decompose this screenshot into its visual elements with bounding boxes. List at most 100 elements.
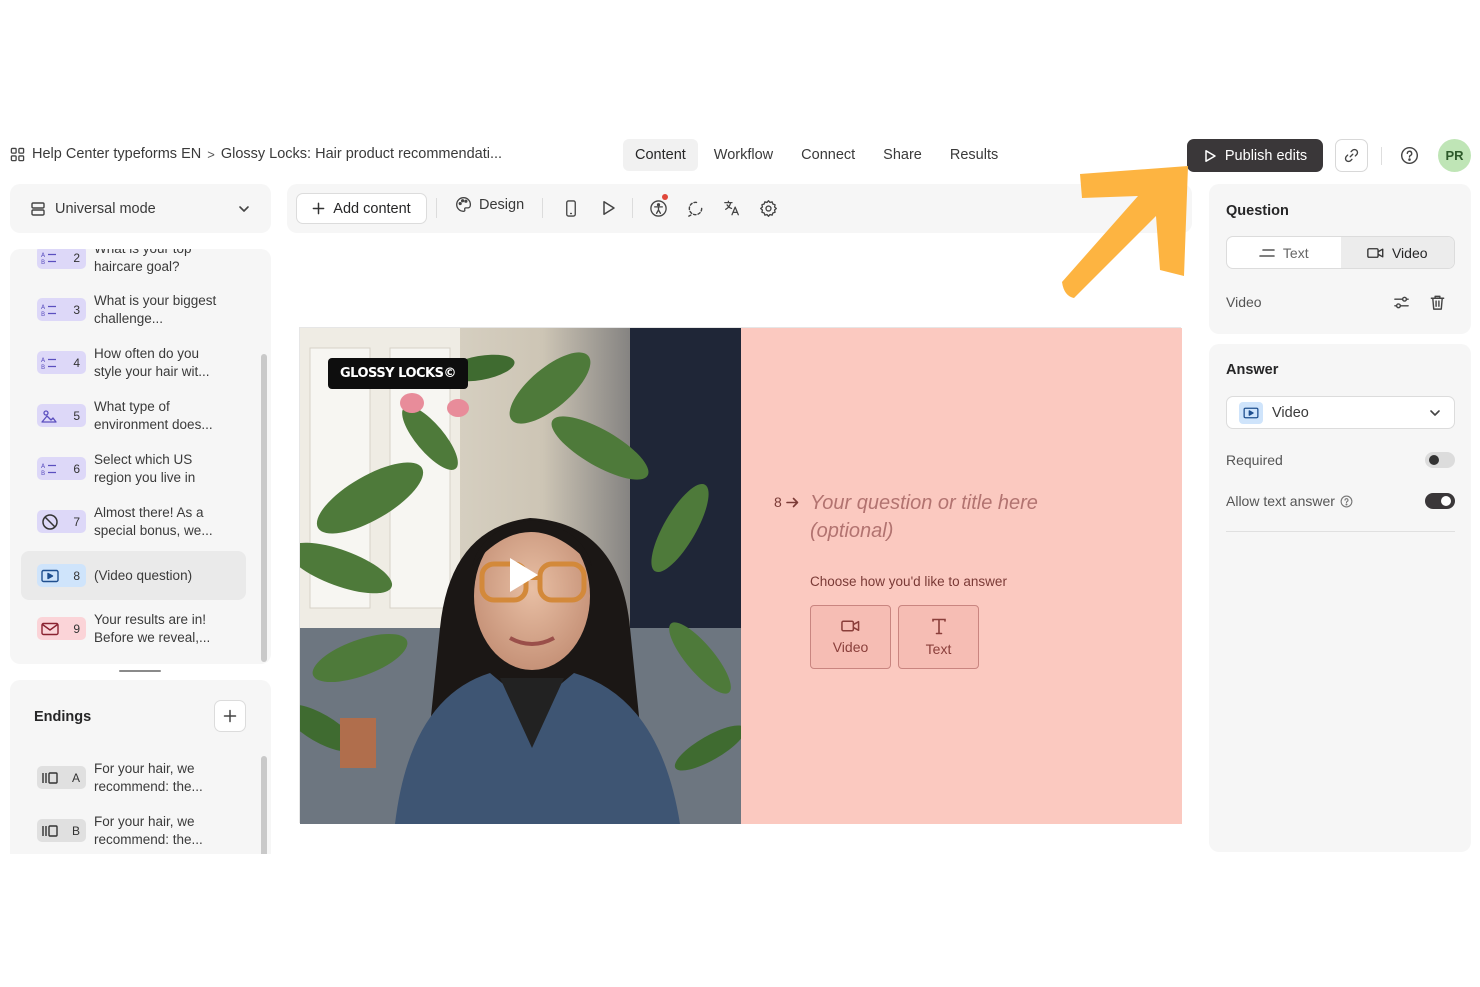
ending-badge: B bbox=[37, 819, 86, 842]
list-item-question-9[interactable]: 9 Your results are in! Before we reveal,… bbox=[21, 604, 246, 653]
required-toggle[interactable] bbox=[1425, 452, 1455, 468]
brand-logo: GLOSSY LOCKS© bbox=[328, 358, 468, 389]
list-item-question-5[interactable]: 5 What type of environment does... bbox=[21, 391, 246, 440]
video-row-label: Video bbox=[1226, 294, 1262, 310]
question-section-title: Question bbox=[1226, 203, 1289, 219]
copy-link-button[interactable] bbox=[1335, 139, 1368, 172]
answer-text-option[interactable]: Text bbox=[898, 605, 979, 669]
design-button[interactable]: Design bbox=[455, 196, 524, 213]
logic-button[interactable] bbox=[684, 197, 706, 219]
add-content-button[interactable]: Add content bbox=[296, 193, 427, 224]
segment-text[interactable]: Text bbox=[1227, 237, 1341, 268]
breadcrumb-workspace[interactable]: Help Center typeforms EN bbox=[32, 146, 201, 162]
translate-icon bbox=[724, 200, 739, 216]
settings-button[interactable] bbox=[757, 197, 779, 219]
required-label: Required bbox=[1226, 452, 1283, 468]
apps-grid-icon[interactable] bbox=[10, 147, 25, 162]
question-badge: 8 bbox=[37, 564, 86, 587]
list-item-question-4[interactable]: AB 4 How often do you style your hair wi… bbox=[21, 338, 246, 387]
play-outline-icon bbox=[1205, 149, 1216, 162]
text-icon bbox=[931, 618, 946, 634]
question-list-scrollbar[interactable] bbox=[261, 354, 267, 662]
question-badge: 9 bbox=[37, 617, 86, 640]
tab-results[interactable]: Results bbox=[938, 139, 1010, 171]
tab-connect[interactable]: Connect bbox=[789, 139, 867, 171]
list-item-ending-b[interactable]: B For your hair, we recommend: the... bbox=[21, 806, 246, 854]
segment-video[interactable]: Video bbox=[1340, 237, 1454, 268]
breadcrumb-separator: > bbox=[207, 146, 215, 162]
layers-icon bbox=[31, 201, 45, 216]
svg-text:A: A bbox=[41, 252, 46, 259]
list-item-question-2[interactable]: AB 2 What is your top haircare goal? bbox=[21, 249, 246, 282]
no-entry-icon bbox=[42, 513, 58, 530]
question-number: 3 bbox=[73, 302, 80, 317]
endings-title: Endings bbox=[34, 709, 92, 725]
allow-text-toggle[interactable] bbox=[1425, 493, 1455, 509]
refresh-dashed-icon bbox=[687, 201, 702, 217]
question-number: 9 bbox=[73, 621, 80, 636]
info-icon[interactable] bbox=[1340, 495, 1353, 508]
question-badge: AB 3 bbox=[37, 298, 86, 321]
ending-letter: A bbox=[71, 770, 80, 785]
tab-content[interactable]: Content bbox=[623, 139, 698, 171]
endings-scrollbar[interactable] bbox=[261, 756, 267, 854]
list-item-question-7[interactable]: 7 Almost there! As a special bonus, we..… bbox=[21, 497, 246, 546]
user-avatar[interactable]: PR bbox=[1438, 139, 1471, 172]
svg-text:A: A bbox=[41, 304, 46, 311]
multiple-choice-icon: AB bbox=[41, 463, 56, 476]
question-badge: AB 2 bbox=[37, 249, 86, 269]
answer-section-title: Answer bbox=[1226, 362, 1279, 378]
list-item-question-3[interactable]: AB 3 What is your biggest challenge... bbox=[21, 285, 246, 334]
play-icon[interactable] bbox=[506, 556, 540, 594]
help-button[interactable] bbox=[1398, 144, 1420, 166]
answer-type-select[interactable]: Video bbox=[1226, 396, 1455, 429]
translate-button[interactable] bbox=[721, 197, 743, 219]
trash-icon[interactable] bbox=[1429, 294, 1446, 311]
video-camera-icon bbox=[1367, 247, 1384, 258]
preview-play-button[interactable] bbox=[597, 197, 619, 219]
help-circle-icon bbox=[1400, 146, 1418, 164]
question-title-input[interactable]: Your question or title here (optional) bbox=[810, 489, 1090, 545]
tab-share[interactable]: Share bbox=[871, 139, 934, 171]
ending-icon bbox=[42, 824, 58, 837]
breadcrumb-form-title[interactable]: Glossy Locks: Hair product recommendati.… bbox=[221, 146, 502, 162]
list-item-ending-a[interactable]: A For your hair, we recommend: the... bbox=[21, 753, 246, 802]
ending-badge: A bbox=[37, 766, 86, 789]
mobile-preview-button[interactable] bbox=[560, 197, 582, 219]
segment-video-label: Video bbox=[1391, 244, 1428, 261]
add-content-label: Add content bbox=[333, 200, 411, 217]
toolbar-divider bbox=[542, 198, 543, 218]
allow-text-row: Allow text answer bbox=[1226, 493, 1353, 509]
plus-icon bbox=[223, 709, 237, 723]
tab-workflow[interactable]: Workflow bbox=[702, 139, 785, 171]
publish-edits-label: Publish edits bbox=[1224, 147, 1308, 164]
question-type-toggle: Text Video bbox=[1226, 236, 1455, 269]
list-item-question-6[interactable]: AB 6 Select which US region you live in bbox=[21, 444, 246, 493]
mobile-icon bbox=[566, 199, 576, 217]
breadcrumb: Help Center typeforms EN > Glossy Locks:… bbox=[10, 146, 502, 162]
question-badge: AB 6 bbox=[37, 457, 86, 480]
toggle-knob bbox=[1441, 496, 1451, 506]
question-badge: 5 bbox=[37, 404, 86, 427]
gear-icon bbox=[759, 199, 777, 217]
list-item-question-8[interactable]: 8 (Video question) bbox=[21, 551, 246, 600]
question-number: 2 bbox=[73, 250, 80, 265]
mode-selector[interactable]: Universal mode bbox=[10, 184, 271, 233]
ending-icon bbox=[42, 771, 58, 784]
arrow-right-icon bbox=[785, 497, 799, 507]
question-text: Your results are in! Before we reveal,..… bbox=[94, 611, 211, 645]
publish-edits-button[interactable]: Publish edits bbox=[1187, 139, 1323, 172]
multiple-choice-icon: AB bbox=[41, 357, 56, 370]
sliders-icon[interactable] bbox=[1393, 294, 1410, 311]
answer-video-label: Video bbox=[832, 639, 869, 655]
question-badge: AB 4 bbox=[37, 351, 86, 374]
accessibility-button[interactable] bbox=[647, 197, 669, 219]
video-thumbnail[interactable]: GLOSSY LOCKS© bbox=[300, 328, 741, 824]
panel-resize-handle[interactable] bbox=[119, 670, 161, 672]
answer-video-option[interactable]: Video bbox=[810, 605, 891, 669]
answer-type-value: Video bbox=[1272, 404, 1309, 421]
add-ending-button[interactable] bbox=[214, 700, 246, 732]
question-text: What is your biggest challenge... bbox=[94, 292, 217, 326]
question-number-indicator: 8 bbox=[774, 494, 799, 510]
svg-text:B: B bbox=[41, 311, 45, 317]
